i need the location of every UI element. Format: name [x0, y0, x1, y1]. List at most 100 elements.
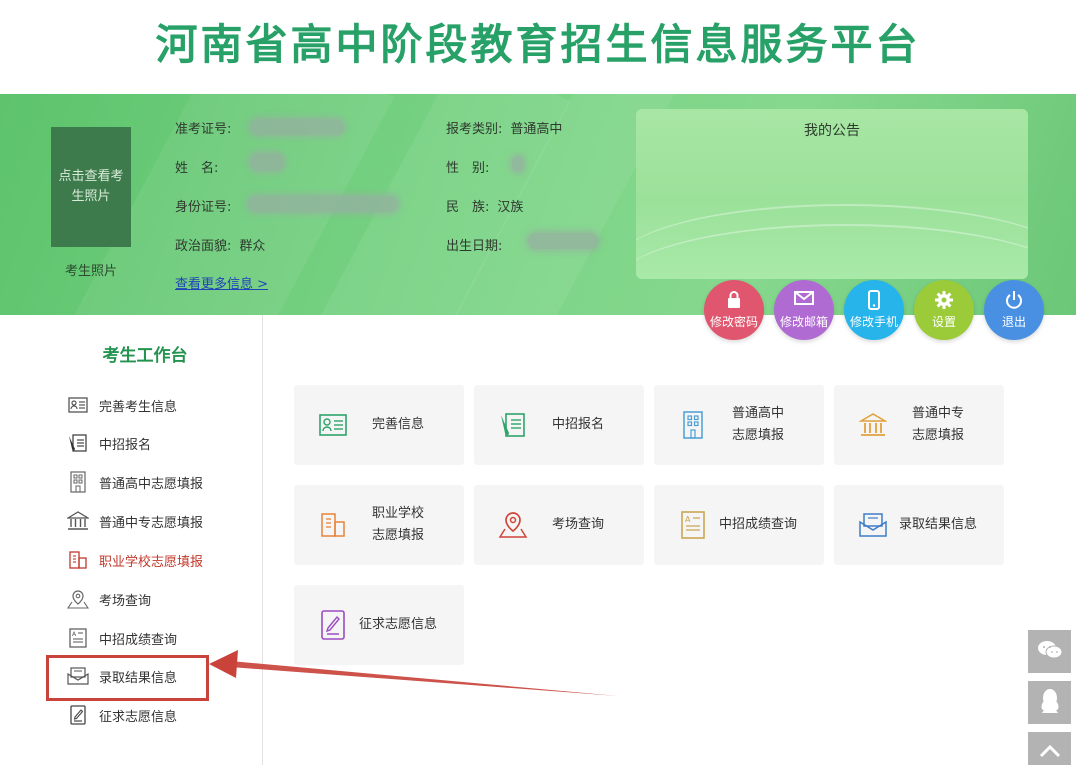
- notice-title: 我的公告: [804, 123, 860, 139]
- sidebar-title: 考生工作台: [102, 346, 188, 366]
- form-edit-icon: [496, 408, 530, 442]
- annotation-highlight-box: [46, 655, 209, 701]
- field-label: 准考证号:: [175, 122, 232, 137]
- sidebar-item-label: 普通中专志愿填报: [99, 515, 204, 531]
- back-to-top-icon: [1039, 743, 1061, 762]
- qq-button[interactable]: [1028, 681, 1071, 724]
- tile-exam-room-query[interactable]: 考场查询: [474, 485, 644, 565]
- score-sheet-icon: A: [676, 508, 710, 542]
- tile-score-query[interactable]: A 中招成绩查询: [654, 485, 824, 565]
- svg-text:A: A: [685, 515, 691, 524]
- sidebar-item-high-school-choice[interactable]: 普通高中志愿填报: [67, 470, 203, 494]
- field-label: 姓 名:: [175, 161, 219, 176]
- field-exam-type: 报考类别: 普通高中: [446, 118, 562, 137]
- action-label: 修改邮箱: [779, 315, 828, 329]
- tile-label: 普通高中 志愿填报: [731, 406, 784, 443]
- id-card-icon: [316, 408, 350, 442]
- id-card-icon: [67, 394, 89, 416]
- sidebar-item-label: 普通高中志愿填报: [99, 476, 204, 492]
- sidebar-item-label: 完善考生信息: [99, 399, 178, 415]
- wechat-button[interactable]: [1028, 630, 1071, 673]
- sidebar-item-vocational-school-choice[interactable]: 普通中专志愿填报: [67, 509, 203, 533]
- sidebar-item-registration[interactable]: 中招报名: [67, 431, 151, 455]
- tile-label: 征求志愿信息: [358, 617, 437, 632]
- action-label: 修改手机: [849, 315, 898, 329]
- site-title: 河南省高中阶段教育招生信息服务平台: [155, 20, 921, 69]
- sidebar-item-vocational-college-choice[interactable]: 职业学校志愿填报: [67, 548, 203, 572]
- school-building-icon: [316, 508, 350, 542]
- form-edit-icon: [67, 432, 89, 454]
- tile-supplementary-choice[interactable]: 征求志愿信息: [294, 585, 464, 665]
- view-more-info-link[interactable]: 查看更多信息 >: [175, 273, 268, 292]
- institution-icon: [856, 408, 890, 442]
- field-label: 政治面貌:: [175, 239, 232, 254]
- building-icon: [676, 408, 710, 442]
- change-phone-button[interactable]: 修改手机: [844, 280, 904, 340]
- location-pin-icon: [496, 508, 530, 542]
- field-label: 民 族:: [446, 200, 490, 215]
- field-gender: 性 别:: [446, 157, 497, 176]
- sidebar-item-supplementary-choice[interactable]: 征求志愿信息: [67, 703, 177, 727]
- tile-vocational-school-choice[interactable]: 普通中专 志愿填报: [834, 385, 1004, 465]
- tile-complete-info[interactable]: 完善信息: [294, 385, 464, 465]
- tile-admission-result[interactable]: 录取结果信息: [834, 485, 1004, 565]
- phone-icon: [844, 290, 904, 310]
- tile-label: 考场查询: [551, 517, 604, 532]
- field-name: 姓 名:: [175, 157, 226, 176]
- sidebar-item-label: 征求志愿信息: [99, 709, 178, 725]
- action-label: 修改密码: [709, 315, 758, 329]
- field-label: 出生日期:: [446, 239, 503, 254]
- settings-button[interactable]: 设置: [914, 280, 974, 340]
- field-birth-date: 出生日期:: [446, 235, 510, 254]
- photo-label: 考生照片: [64, 264, 117, 279]
- sidebar-item-label: 中招报名: [99, 437, 152, 453]
- redacted-value: [250, 153, 284, 171]
- field-value: 汉族: [497, 200, 524, 215]
- mail-icon: [774, 290, 834, 310]
- location-pin-icon: [67, 588, 89, 610]
- note-edit-icon: [67, 704, 89, 726]
- view-photo-button[interactable]: 点击查看考生照片: [51, 127, 131, 247]
- field-ethnicity: 民 族: 汉族: [446, 196, 523, 215]
- institution-icon: [67, 510, 89, 532]
- field-value: 群众: [239, 239, 266, 254]
- field-exam-no: 准考证号:: [175, 118, 239, 137]
- logout-button[interactable]: 退出: [984, 280, 1044, 340]
- change-password-button[interactable]: 修改密码: [704, 280, 764, 340]
- field-id-no: 身份证号:: [175, 196, 239, 215]
- redacted-value: [512, 156, 524, 172]
- school-building-icon: [67, 549, 89, 571]
- tile-registration[interactable]: 中招报名: [474, 385, 644, 465]
- lock-icon: [704, 290, 764, 310]
- sidebar-item-exam-room-query[interactable]: 考场查询: [67, 587, 151, 611]
- page: 河南省高中阶段教育招生信息服务平台 点击查看考生照片 考生照片 准考证号: 姓 …: [0, 0, 1076, 765]
- field-label: 报考类别:: [446, 122, 503, 137]
- tile-label: 录取结果信息: [898, 517, 977, 532]
- wechat-icon: [1036, 639, 1064, 665]
- title-band: 河南省高中阶段教育招生信息服务平台: [0, 0, 1076, 94]
- envelope-icon: [856, 508, 890, 542]
- note-edit-icon: [316, 608, 350, 642]
- tile-label: 完善信息: [371, 417, 424, 432]
- change-email-button[interactable]: 修改邮箱: [774, 280, 834, 340]
- gear-icon: [914, 290, 974, 310]
- field-label: 身份证号:: [175, 200, 232, 215]
- building-icon: [67, 471, 89, 493]
- tile-label: 中招报名: [551, 417, 604, 432]
- tile-label: 职业学校 志愿填报: [371, 506, 424, 543]
- notice-panel: 我的公告: [636, 109, 1028, 279]
- action-label: 设置: [931, 315, 956, 329]
- tile-label: 中招成绩查询: [718, 517, 797, 532]
- tile-label: 普通中专 志愿填报: [911, 406, 964, 443]
- sidebar-item-score-query[interactable]: A 中招成绩查询: [67, 626, 177, 650]
- student-info-header: 点击查看考生照片 考生照片 准考证号: 姓 名: 身份证号: 政治面貌: 群众 报…: [0, 94, 1076, 315]
- field-label: 性 别:: [446, 161, 490, 176]
- sidebar-item-label: 考场查询: [99, 593, 152, 609]
- back-to-top-button[interactable]: [1028, 732, 1071, 765]
- tile-vocational-college-choice[interactable]: 职业学校 志愿填报: [294, 485, 464, 565]
- field-value: 普通高中: [510, 122, 563, 137]
- sidebar-item-complete-info[interactable]: 完善考生信息: [67, 393, 177, 417]
- redacted-value: [528, 233, 598, 249]
- sidebar-item-label: 职业学校志愿填报: [99, 554, 204, 570]
- tile-high-school-choice[interactable]: 普通高中 志愿填报: [654, 385, 824, 465]
